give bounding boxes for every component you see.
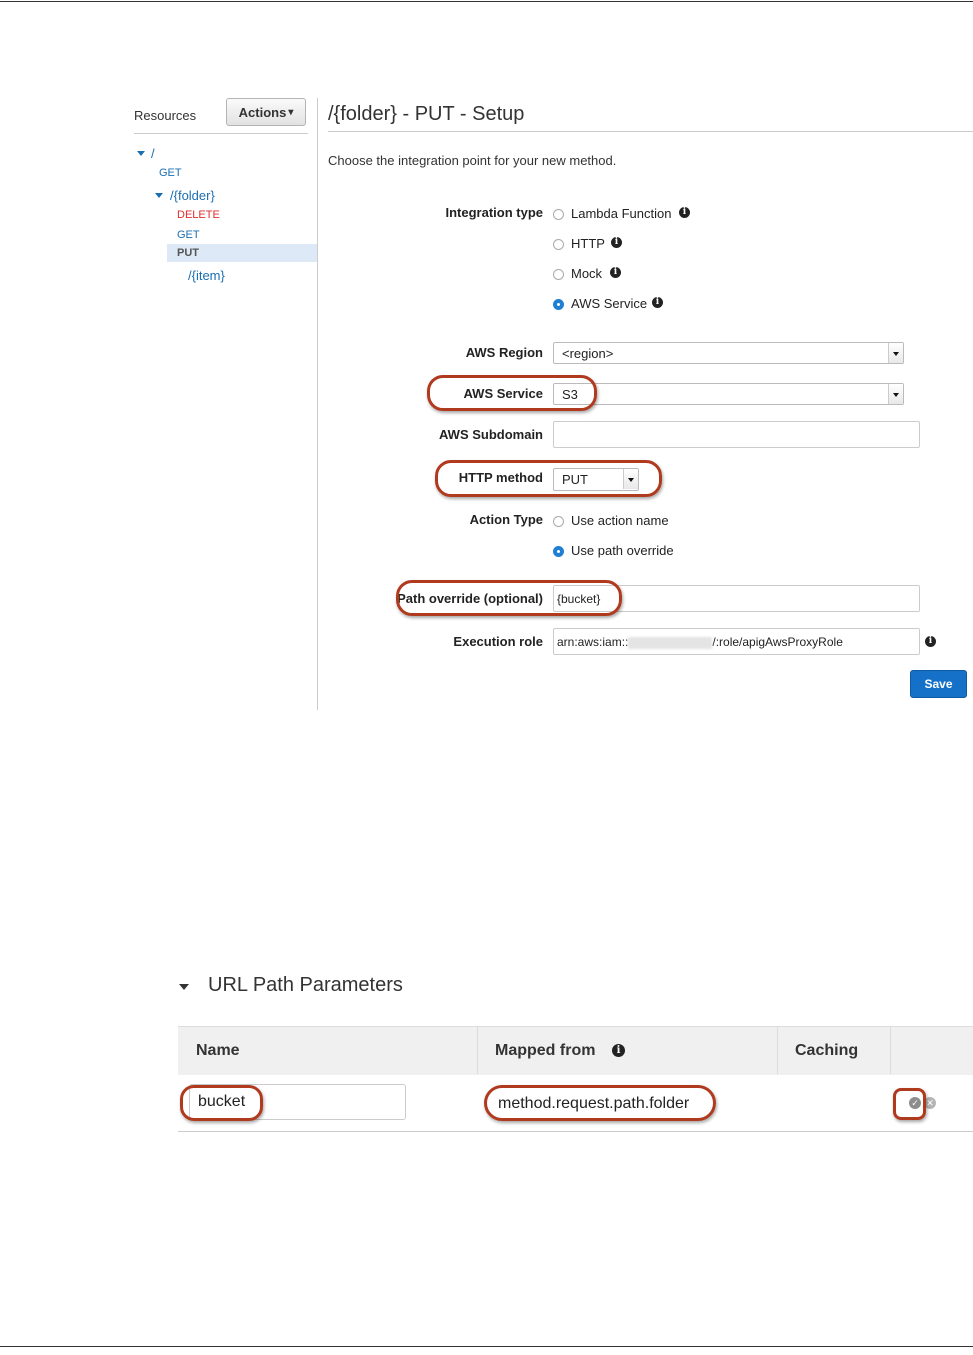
aws-subdomain-label: AWS Subdomain bbox=[439, 427, 543, 442]
check-icon[interactable]: ✓ bbox=[909, 1097, 921, 1109]
title-divider bbox=[328, 131, 973, 132]
execution-role-input[interactable]: arn:aws:iam::/:role/apigAwsProxyRole bbox=[553, 628, 920, 655]
radio-action-name-label[interactable]: Use action name bbox=[571, 513, 669, 528]
tree-folder-get[interactable]: GET bbox=[177, 229, 200, 241]
http-method-value: PUT bbox=[562, 472, 588, 487]
radio-lambda[interactable] bbox=[553, 209, 564, 220]
info-icon[interactable]: i bbox=[610, 267, 621, 278]
tree-folder-delete[interactable]: DELETE bbox=[177, 209, 220, 221]
page-description: Choose the integration point for your ne… bbox=[328, 153, 617, 168]
radio-path-override-label[interactable]: Use path override bbox=[571, 543, 674, 558]
save-button[interactable]: Save bbox=[910, 670, 967, 698]
aws-service-select[interactable]: S3 bbox=[553, 383, 904, 405]
aws-region-value: <region> bbox=[562, 346, 614, 361]
resources-label: Resources bbox=[134, 108, 197, 123]
url-path-params-title[interactable]: URL Path Parameters bbox=[208, 974, 403, 997]
bottom-rule bbox=[0, 1346, 973, 1347]
redacted-account-id bbox=[628, 636, 713, 649]
collapse-url-params-icon[interactable] bbox=[179, 984, 189, 990]
col-caching-header: Caching bbox=[795, 1042, 859, 1059]
actions-button[interactable]: Actions ▾ bbox=[226, 98, 306, 126]
aws-service-label: AWS Service bbox=[463, 386, 544, 401]
info-icon[interactable]: i bbox=[611, 237, 622, 248]
radio-http[interactable] bbox=[553, 239, 564, 250]
tree-folder[interactable]: /{folder} bbox=[170, 188, 215, 203]
info-icon[interactable]: i bbox=[652, 297, 663, 308]
close-icon[interactable]: ✕ bbox=[924, 1097, 936, 1109]
radio-action-name[interactable] bbox=[553, 516, 564, 527]
param-mapped-from-value[interactable]: method.request.path.folder bbox=[498, 1095, 689, 1113]
radio-aws-service-label[interactable]: AWS Service bbox=[571, 296, 647, 311]
radio-http-label[interactable]: HTTP bbox=[571, 236, 605, 251]
execution-role-prefix: arn:aws:iam:: bbox=[557, 635, 629, 649]
integration-type-label: Integration type bbox=[445, 205, 543, 220]
radio-aws-service[interactable] bbox=[553, 299, 564, 310]
info-icon[interactable]: i bbox=[612, 1044, 625, 1057]
path-override-label: Path override (optional) bbox=[397, 591, 543, 606]
radio-mock[interactable] bbox=[553, 269, 564, 280]
row-divider bbox=[178, 1131, 973, 1132]
col-mapped-from-label: Mapped from bbox=[495, 1042, 596, 1059]
http-method-label: HTTP method bbox=[458, 470, 543, 485]
page-title: /{folder} - PUT - Setup bbox=[328, 103, 525, 125]
resources-divider bbox=[134, 133, 308, 134]
info-icon[interactable]: i bbox=[925, 636, 936, 647]
actions-label: Actions bbox=[238, 104, 287, 120]
tree-root-get[interactable]: GET bbox=[159, 167, 182, 179]
tree-folder-put[interactable]: PUT bbox=[177, 247, 199, 259]
column-divider bbox=[777, 1026, 778, 1074]
aws-region-label: AWS Region bbox=[465, 345, 543, 360]
radio-mock-label[interactable]: Mock bbox=[571, 266, 602, 281]
chevron-down-icon bbox=[623, 469, 638, 489]
expand-folder-icon[interactable] bbox=[155, 193, 163, 198]
chevron-down-icon: ▾ bbox=[288, 106, 294, 118]
action-type-label: Action Type bbox=[469, 512, 543, 527]
aws-subdomain-input[interactable] bbox=[553, 421, 920, 448]
execution-role-label: Execution role bbox=[453, 634, 543, 649]
radio-path-override[interactable] bbox=[553, 546, 564, 557]
col-mapped-from-header: Mapped from bbox=[495, 1042, 595, 1060]
path-override-input[interactable]: {bucket} bbox=[553, 585, 920, 612]
expand-root-icon[interactable] bbox=[137, 151, 145, 156]
col-name-header: Name bbox=[196, 1042, 240, 1059]
chevron-down-icon bbox=[888, 343, 903, 363]
aws-region-select[interactable]: <region> bbox=[553, 342, 904, 364]
tree-root[interactable]: / bbox=[151, 146, 155, 161]
radio-lambda-label[interactable]: Lambda Function bbox=[571, 206, 671, 221]
chevron-down-icon bbox=[888, 384, 903, 404]
execution-role-suffix: /:role/apigAwsProxyRole bbox=[712, 635, 843, 649]
top-rule bbox=[0, 1, 973, 2]
column-divider bbox=[477, 1026, 478, 1074]
column-divider bbox=[890, 1026, 891, 1074]
http-method-select[interactable]: PUT bbox=[553, 468, 639, 491]
param-name-input[interactable]: bucket bbox=[189, 1084, 406, 1120]
aws-service-value: S3 bbox=[562, 387, 578, 402]
tree-item[interactable]: /{item} bbox=[188, 268, 225, 283]
info-icon[interactable]: i bbox=[679, 207, 690, 218]
panel-divider bbox=[317, 98, 318, 710]
